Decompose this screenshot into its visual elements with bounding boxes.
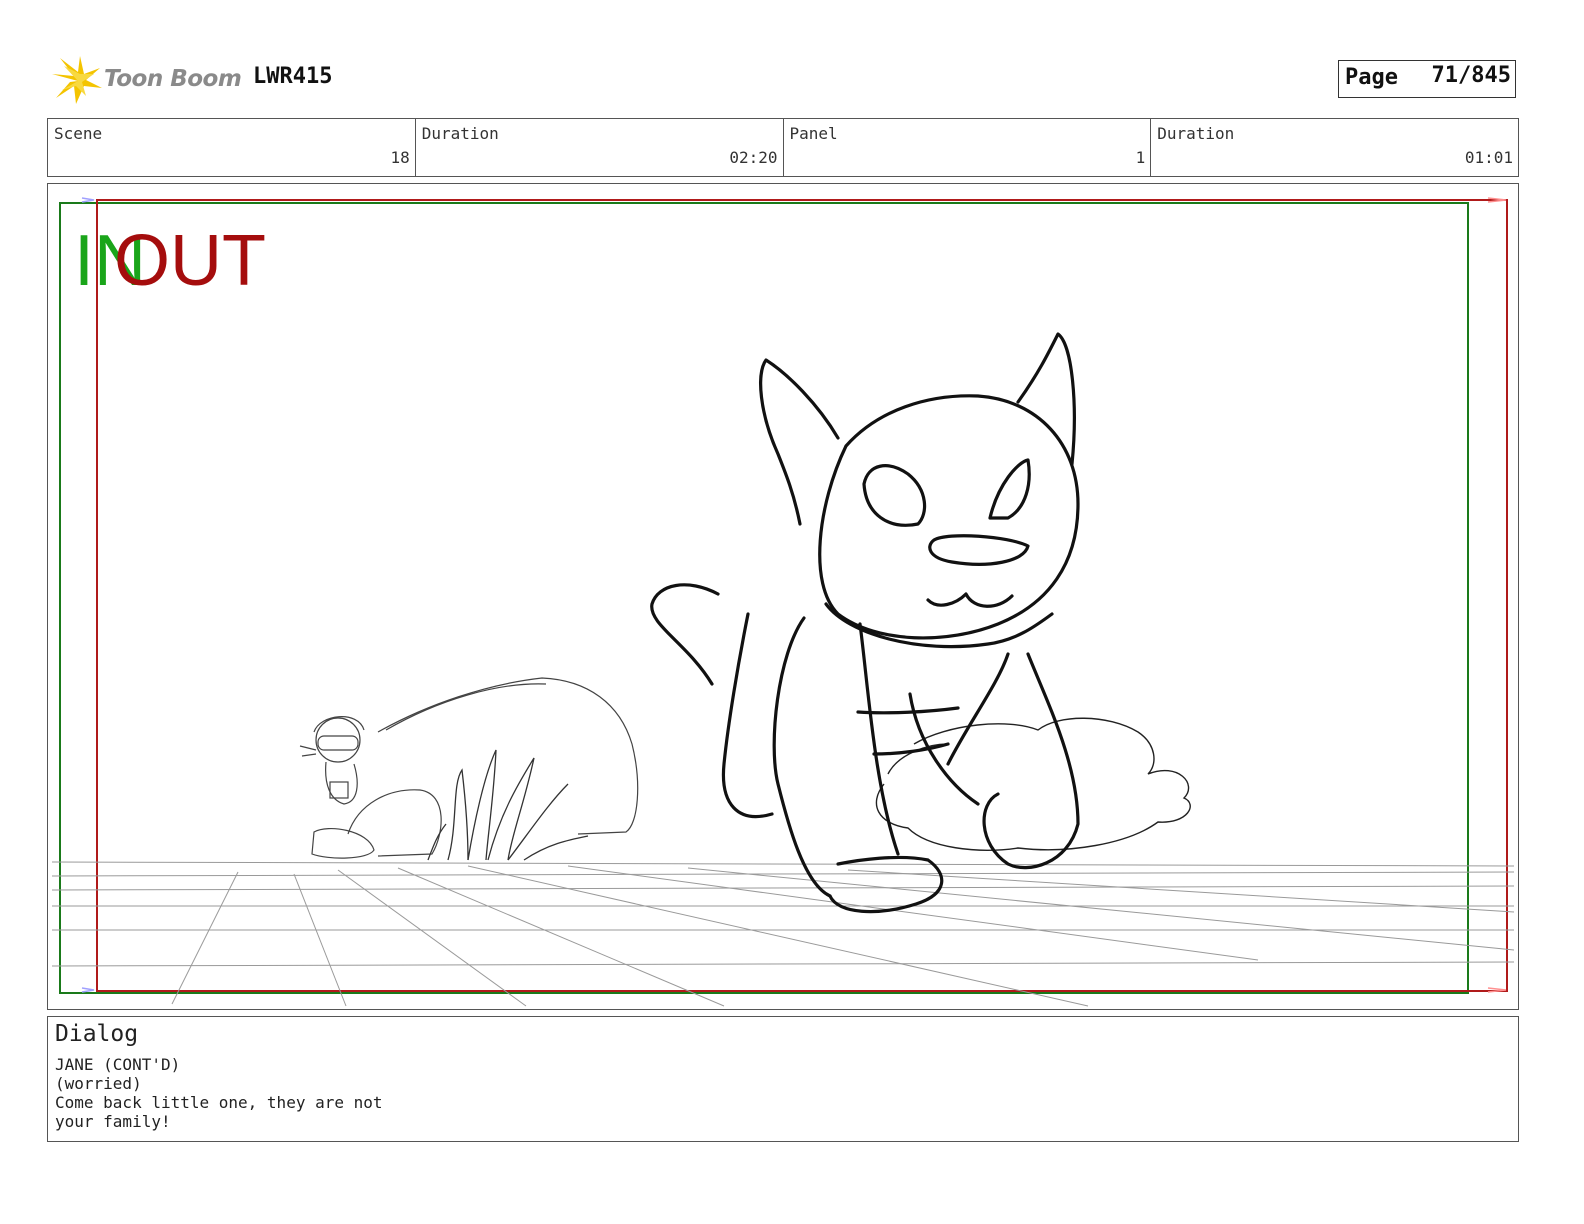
scene-duration-value: 02:20 — [729, 148, 778, 167]
project-code: LWR415 — [253, 64, 333, 89]
dialog-box: Dialog JANE (CONT'D) (worried) Come back… — [47, 1016, 1519, 1142]
dog-sketch — [650, 332, 1080, 914]
logo-text: Toon Boom — [104, 66, 242, 92]
panel-duration-value: 01:01 — [1464, 148, 1513, 167]
panel-cell: Panel 1 — [784, 119, 1152, 176]
scene-duration-cell: Duration 02:20 — [416, 119, 784, 176]
dialog-line: JANE (CONT'D) — [55, 1055, 181, 1074]
dialog-line: Come back little one, they are not — [55, 1093, 383, 1112]
page-value: 71/845 — [1431, 63, 1511, 88]
toon-boom-logo: Toon Boom — [50, 54, 245, 108]
dialog-line: (worried) — [55, 1074, 142, 1093]
panel-label: Panel — [789, 124, 838, 143]
dialog-line: your family! — [55, 1112, 171, 1131]
ground-lines — [51, 861, 1515, 1007]
page-label: Page — [1345, 65, 1398, 90]
scene-duration-label: Duration — [421, 124, 499, 143]
starburst-icon — [52, 56, 102, 104]
storyboard-panel: IN OUT — [47, 183, 1519, 1010]
dialog-title: Dialog — [55, 1021, 139, 1047]
panel-duration-label: Duration — [1157, 124, 1235, 143]
grass-tuft — [427, 749, 589, 861]
panel-value: 1 — [1135, 148, 1146, 167]
scene-cell: Scene 18 — [48, 119, 416, 176]
scene-label: Scene — [54, 124, 103, 143]
background-rock — [311, 677, 639, 859]
panel-sketch — [51, 197, 1515, 1007]
small-character-sketch — [299, 716, 365, 805]
out-marker: OUT — [114, 221, 266, 301]
page-counter: Page 71/845 — [1338, 60, 1516, 98]
panel-duration-cell: Duration 01:01 — [1151, 119, 1518, 176]
scene-value: 18 — [390, 148, 410, 167]
panel-info-bar: Scene 18 Duration 02:20 Panel 1 Duration… — [47, 118, 1519, 177]
